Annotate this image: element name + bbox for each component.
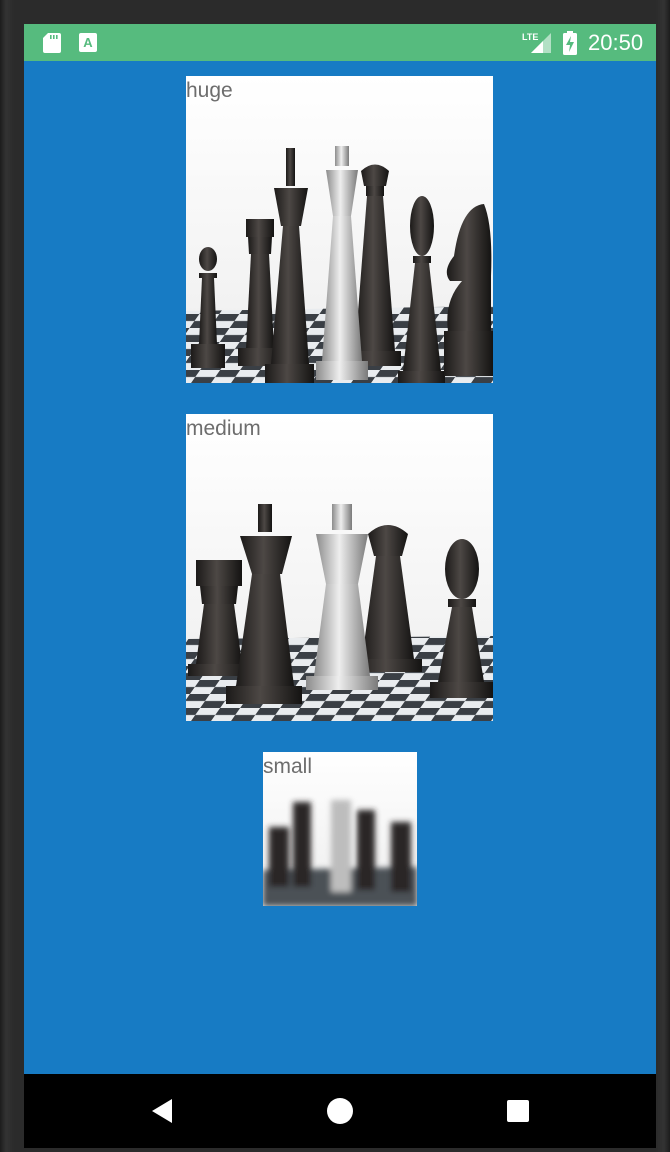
lte-signal-icon: LTE <box>522 32 551 53</box>
home-button[interactable] <box>325 1096 355 1126</box>
chess-pieces-image <box>186 76 493 383</box>
image-label: huge <box>186 79 233 102</box>
app-screen: A LTE 20:50 huge medium small <box>24 24 656 1148</box>
image-medium: medium <box>186 414 493 721</box>
image-huge: huge <box>186 76 493 383</box>
status-clock: 20:50 <box>588 30 644 55</box>
recents-icon <box>507 1100 529 1122</box>
back-button[interactable] <box>148 1096 178 1126</box>
image-small: small <box>263 752 417 906</box>
back-icon <box>152 1099 172 1123</box>
chess-pieces-image <box>186 414 493 721</box>
home-icon <box>327 1098 353 1124</box>
status-bar: A LTE 20:50 <box>24 24 656 61</box>
battery-charging-icon <box>563 31 577 55</box>
navigation-bar <box>24 1074 656 1148</box>
image-label: small <box>263 755 313 778</box>
svg-text:A: A <box>83 35 93 50</box>
lte-label: LTE <box>522 32 538 42</box>
device-frame: A LTE 20:50 huge medium small <box>0 0 670 1152</box>
sd-card-icon <box>43 33 61 53</box>
image-label: medium <box>186 417 261 440</box>
a-icon: A <box>79 33 97 52</box>
recents-button[interactable] <box>503 1096 533 1126</box>
